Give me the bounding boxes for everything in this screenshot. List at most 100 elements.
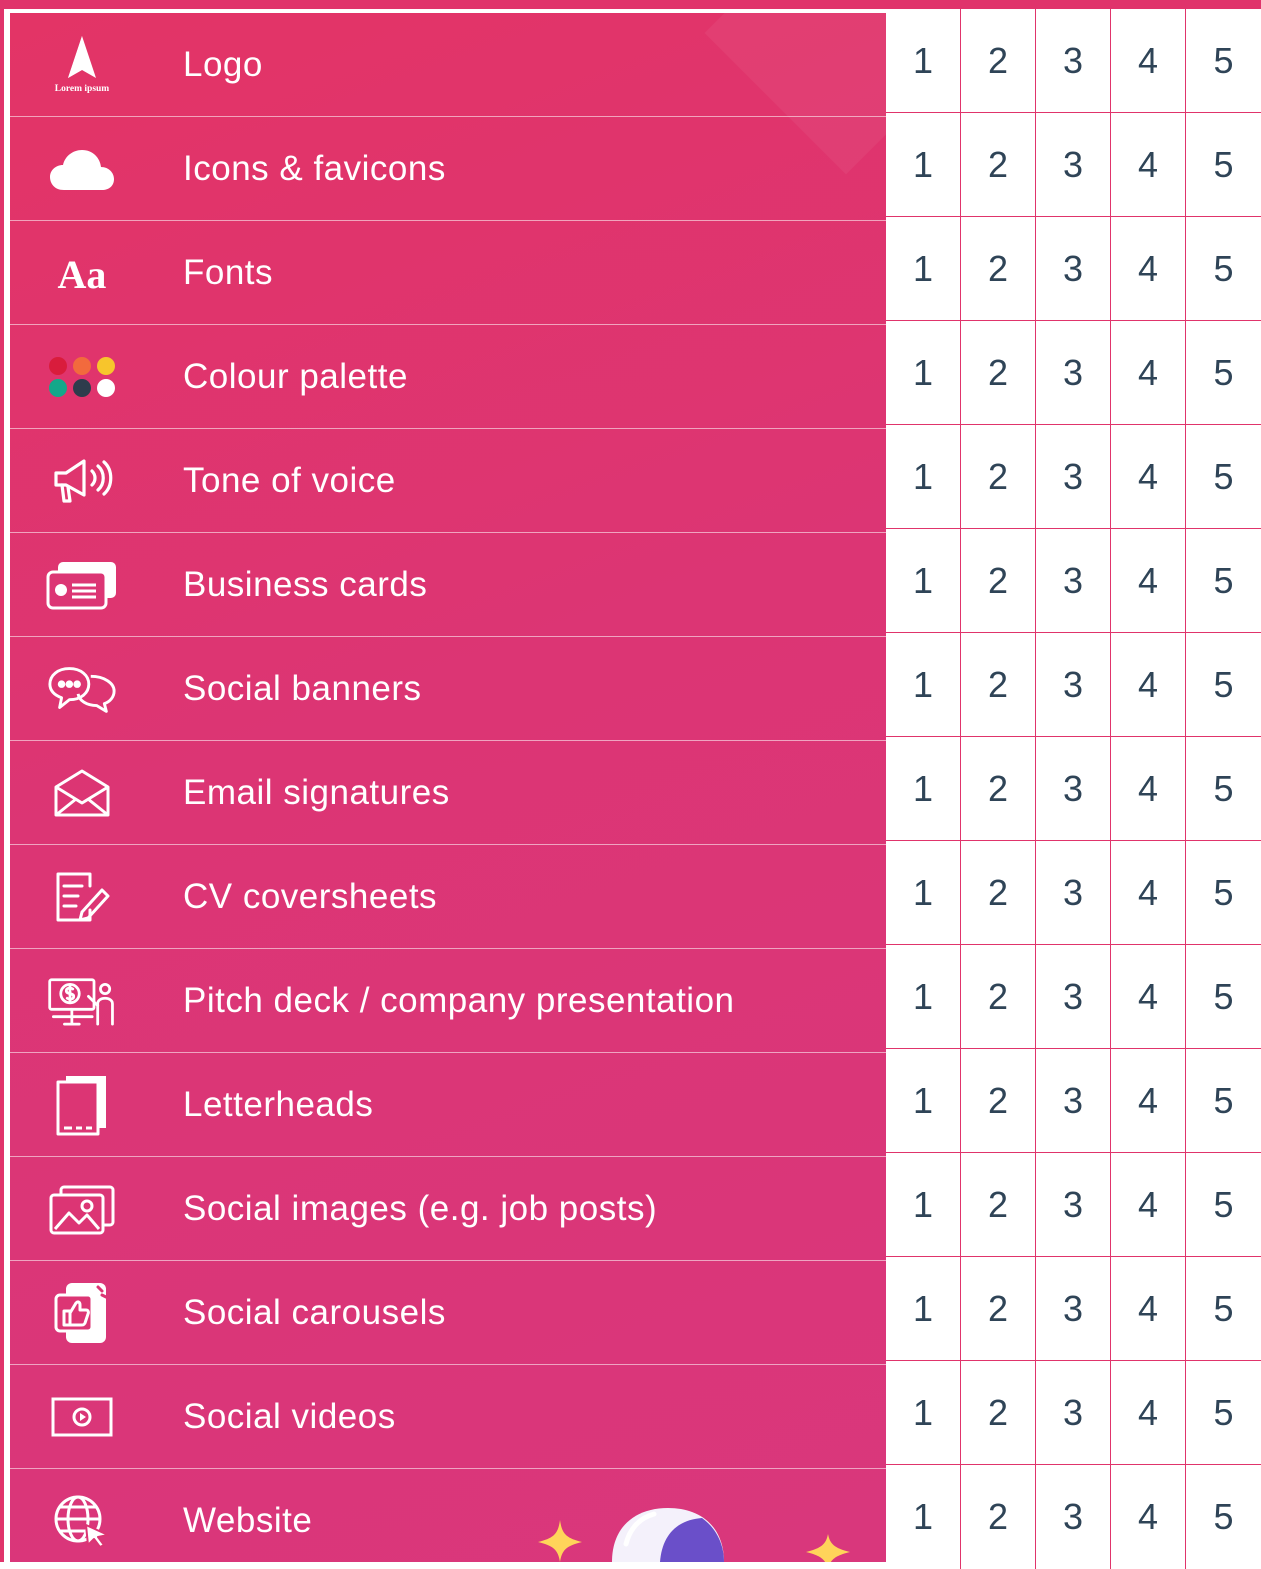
rating-option-4[interactable]: 4 (1111, 113, 1186, 217)
rating-option-5[interactable]: 5 (1186, 841, 1261, 945)
rating-option-5[interactable]: 5 (1186, 217, 1261, 321)
rating-option-4[interactable]: 4 (1111, 1257, 1186, 1361)
rating-option-5[interactable]: 5 (1186, 1153, 1261, 1257)
rating-option-3[interactable]: 3 (1036, 1049, 1111, 1153)
rating-option-1[interactable]: 1 (886, 113, 961, 217)
rating-option-1[interactable]: 1 (886, 1049, 961, 1153)
rating-option-1[interactable]: 1 (886, 1361, 961, 1465)
rating-option-5[interactable]: 5 (1186, 1049, 1261, 1153)
rating-option-1[interactable]: 1 (886, 945, 961, 1049)
chat-bubbles-icon (46, 659, 118, 719)
item-row: Social carousels (10, 1261, 886, 1365)
rating-option-1[interactable]: 1 (886, 737, 961, 841)
rating-option-1[interactable]: 1 (886, 425, 961, 529)
rating-option-4[interactable]: 4 (1111, 945, 1186, 1049)
item-label: Colour palette (183, 357, 408, 396)
rating-option-2[interactable]: 2 (961, 113, 1036, 217)
rating-option-3[interactable]: 3 (1036, 425, 1111, 529)
rating-option-2[interactable]: 2 (961, 1465, 1036, 1569)
rating-option-5[interactable]: 5 (1186, 1361, 1261, 1465)
rating-option-1[interactable]: 1 (886, 1257, 961, 1361)
item-label: Social videos (183, 1397, 396, 1436)
rating-option-2[interactable]: 2 (961, 425, 1036, 529)
rating-option-3[interactable]: 3 (1036, 1257, 1111, 1361)
rating-option-4[interactable]: 4 (1111, 1361, 1186, 1465)
rating-option-3[interactable]: 3 (1036, 529, 1111, 633)
item-label: Tone of voice (183, 461, 396, 500)
rating-option-2[interactable]: 2 (961, 9, 1036, 113)
item-label: Letterheads (183, 1085, 374, 1124)
rating-option-2[interactable]: 2 (961, 633, 1036, 737)
rating-option-4[interactable]: 4 (1111, 1153, 1186, 1257)
rating-option-5[interactable]: 5 (1186, 945, 1261, 1049)
rating-option-2[interactable]: 2 (961, 945, 1036, 1049)
item-label: Business cards (183, 565, 428, 604)
letterhead-icon (46, 1075, 118, 1136)
rating-option-5[interactable]: 5 (1186, 9, 1261, 113)
rating-option-4[interactable]: 4 (1111, 737, 1186, 841)
rating-option-3[interactable]: 3 (1036, 9, 1111, 113)
rating-option-1[interactable]: 1 (886, 1153, 961, 1257)
phone-like-icon (46, 1283, 118, 1343)
rating-option-4[interactable]: 4 (1111, 841, 1186, 945)
rating-option-3[interactable]: 3 (1036, 841, 1111, 945)
rating-option-5[interactable]: 5 (1186, 737, 1261, 841)
rating-option-3[interactable]: 3 (1036, 945, 1111, 1049)
item-label: Pitch deck / company presentation (183, 981, 735, 1020)
rating-option-3[interactable]: 3 (1036, 1465, 1111, 1569)
rating-option-3[interactable]: 3 (1036, 113, 1111, 217)
rating-option-5[interactable]: 5 (1186, 1465, 1261, 1569)
rating-option-3[interactable]: 3 (1036, 737, 1111, 841)
rating-option-4[interactable]: 4 (1111, 217, 1186, 321)
rating-option-3[interactable]: 3 (1036, 633, 1111, 737)
item-row: Letterheads (10, 1053, 886, 1157)
rating-option-3[interactable]: 3 (1036, 321, 1111, 425)
item-label: Social banners (183, 669, 422, 708)
rating-option-2[interactable]: 2 (961, 737, 1036, 841)
rating-option-2[interactable]: 2 (961, 1049, 1036, 1153)
rating-option-1[interactable]: 1 (886, 321, 961, 425)
item-row: Tone of voice (10, 429, 886, 533)
rating-option-3[interactable]: 3 (1036, 1361, 1111, 1465)
rating-option-5[interactable]: 5 (1186, 633, 1261, 737)
rating-option-5[interactable]: 5 (1186, 321, 1261, 425)
rating-option-4[interactable]: 4 (1111, 321, 1186, 425)
rating-option-3[interactable]: 3 (1036, 1153, 1111, 1257)
item-label: Fonts (183, 253, 274, 292)
rating-option-2[interactable]: 2 (961, 1257, 1036, 1361)
rating-option-1[interactable]: 1 (886, 217, 961, 321)
rating-option-5[interactable]: 5 (1186, 113, 1261, 217)
rating-option-1[interactable]: 1 (886, 841, 961, 945)
item-row: Aa Fonts (10, 221, 886, 325)
rating-option-2[interactable]: 2 (961, 1153, 1036, 1257)
rating-option-1[interactable]: 1 (886, 529, 961, 633)
rating-option-2[interactable]: 2 (961, 1361, 1036, 1465)
rating-option-2[interactable]: 2 (961, 217, 1036, 321)
item-row: Icons & favicons (10, 117, 886, 221)
rating-option-1[interactable]: 1 (886, 9, 961, 113)
cloud-icon (46, 139, 118, 199)
rating-option-2[interactable]: 2 (961, 841, 1036, 945)
item-label: Email signatures (183, 773, 450, 812)
rating-option-4[interactable]: 4 (1111, 9, 1186, 113)
document-edit-icon (46, 867, 118, 927)
rating-option-4[interactable]: 4 (1111, 633, 1186, 737)
items-panel: Lorem ipsum Logo Icons & favicons Aa Fonts Co… (10, 13, 886, 1562)
item-row: Social images (e.g. job posts) (10, 1157, 886, 1261)
rating-option-1[interactable]: 1 (886, 1465, 961, 1569)
item-row: CV coversheets (10, 845, 886, 949)
rating-option-3[interactable]: 3 (1036, 217, 1111, 321)
rating-option-5[interactable]: 5 (1186, 1257, 1261, 1361)
images-icon (46, 1179, 118, 1239)
rating-option-2[interactable]: 2 (961, 529, 1036, 633)
rating-option-4[interactable]: 4 (1111, 1465, 1186, 1569)
envelope-icon (46, 763, 118, 823)
rating-option-4[interactable]: 4 (1111, 529, 1186, 633)
top-border (0, 0, 1261, 9)
rating-option-5[interactable]: 5 (1186, 425, 1261, 529)
rating-option-4[interactable]: 4 (1111, 1049, 1186, 1153)
rating-option-5[interactable]: 5 (1186, 529, 1261, 633)
rating-option-2[interactable]: 2 (961, 321, 1036, 425)
rating-option-1[interactable]: 1 (886, 633, 961, 737)
rating-option-4[interactable]: 4 (1111, 425, 1186, 529)
